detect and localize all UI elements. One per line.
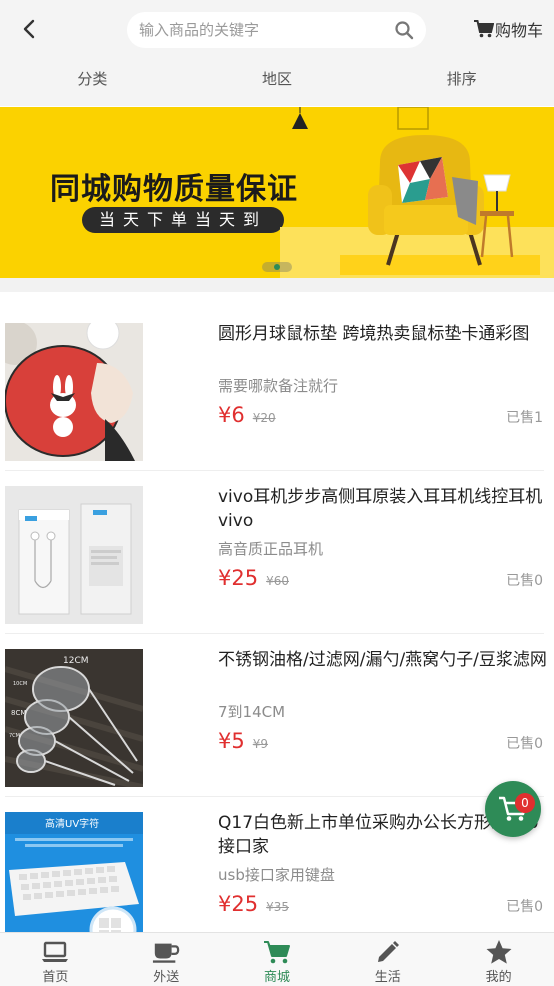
product-card[interactable]: vivo耳机步步高侧耳原装入耳耳机线控耳机vivo 高音质正品耳机 ¥25 ¥60… (0, 471, 554, 634)
floating-cart-button[interactable]: 0 (485, 781, 541, 837)
section-gap (0, 278, 554, 292)
tab-mine[interactable]: 我的 (443, 933, 554, 986)
strainer-size-label: 7CM (9, 733, 20, 739)
tab-mall[interactable]: 商城 (222, 933, 333, 986)
product-sold-count: 已售0 (506, 736, 543, 752)
star-icon (485, 939, 513, 965)
cart-icon (263, 939, 291, 965)
product-info: 不锈钢油格/过滤网/漏勺/燕窝勺子/豆浆滤网 7到14CM ¥5 ¥9 已售0 (218, 648, 548, 757)
product-card[interactable]: 12CM 10CM 8CM 7CM 不锈钢油格/过滤网/漏勺/燕窝勺子/豆浆滤网… (0, 634, 554, 797)
tab-label: 我的 (485, 970, 512, 985)
earphones-image (5, 486, 143, 624)
cart-count-badge: 0 (515, 793, 535, 813)
strainer-size-label: 8CM (11, 709, 26, 717)
banner-subtitle: 当天下单当天到 (82, 207, 284, 233)
price-row: ¥25 ¥35 已售0 (218, 892, 548, 920)
strainer-image: 12CM 10CM 8CM 7CM (5, 649, 143, 787)
filter-region[interactable]: 地区 (185, 62, 370, 96)
pencil-icon (374, 939, 402, 965)
product-sold-count: 已售0 (506, 573, 543, 589)
product-desc: 需要哪款备注就行 (218, 377, 339, 395)
strainer-size-label: 10CM (13, 681, 27, 687)
product-card[interactable]: 圆形月球鼠标垫 跨境热卖鼠标垫卡通彩图 需要哪款备注就行 ¥6 ¥20 已售1 (0, 308, 554, 471)
filter-category[interactable]: 分类 (0, 62, 185, 96)
tab-life[interactable]: 生活 (332, 933, 443, 986)
tab-label: 首页 (42, 970, 69, 985)
chevron-left-icon (23, 19, 35, 39)
product-list: 圆形月球鼠标垫 跨境热卖鼠标垫卡通彩图 需要哪款备注就行 ¥6 ¥20 已售1 v (0, 308, 554, 960)
tab-delivery[interactable]: 外送 (111, 933, 222, 986)
product-price: ¥6 (218, 403, 245, 427)
tab-home[interactable]: 首页 (0, 933, 111, 986)
laptop-icon (41, 939, 69, 965)
product-name[interactable]: 不锈钢油格/过滤网/漏勺/燕窝勺子/豆浆滤网 (218, 648, 548, 696)
product-name[interactable]: 圆形月球鼠标垫 跨境热卖鼠标垫卡通彩图 (218, 322, 548, 370)
product-price: ¥5 (218, 729, 245, 753)
mousepad-image (5, 323, 143, 461)
product-old-price: ¥60 (266, 574, 289, 588)
keyboard-image: 高清UV字符 (5, 812, 143, 950)
product-old-price: ¥9 (252, 737, 269, 751)
coffee-icon (152, 939, 180, 965)
top-header: 购物车 分类 地区 排序 (0, 0, 554, 106)
product-sold-count: 已售0 (506, 899, 543, 915)
product-old-price: ¥20 (252, 411, 276, 425)
price-row: ¥6 ¥20 已售1 (218, 403, 548, 431)
strainer-size-label: 12CM (63, 656, 89, 666)
active-dot (274, 264, 280, 270)
price-row: ¥25 ¥60 已售0 (218, 566, 548, 594)
search-input[interactable] (139, 12, 379, 48)
armchair-illustration (280, 107, 554, 278)
product-info: vivo耳机步步高侧耳原装入耳耳机线控耳机vivo 高音质正品耳机 ¥25 ¥60… (218, 485, 548, 594)
search-box[interactable] (127, 12, 426, 48)
keyboard-image-caption: 高清UV字符 (45, 817, 99, 830)
back-button[interactable] (14, 14, 44, 44)
bottom-tab-bar: 首页 外送 商城 生活 我的 (0, 932, 554, 986)
tab-label: 生活 (374, 970, 401, 985)
product-desc: usb接口家用键盘 (218, 866, 335, 884)
product-name[interactable]: vivo耳机步步高侧耳原装入耳耳机线控耳机vivo (218, 485, 548, 533)
tab-label: 外送 (153, 970, 180, 985)
banner-pagination[interactable] (262, 262, 292, 272)
promo-banner[interactable]: 同城购物质量保证 当天下单当天到 (0, 107, 554, 278)
filter-sort[interactable]: 排序 (369, 62, 554, 96)
tab-label: 商城 (263, 970, 290, 985)
filter-bar: 分类 地区 排序 (0, 62, 554, 96)
product-price: ¥25 (218, 566, 259, 590)
product-old-price: ¥35 (266, 900, 289, 914)
product-desc: 7到14CM (218, 703, 286, 721)
product-sold-count: 已售1 (506, 410, 543, 426)
search-icon[interactable] (394, 20, 414, 40)
price-row: ¥5 ¥9 已售0 (218, 729, 548, 757)
product-info: 圆形月球鼠标垫 跨境热卖鼠标垫卡通彩图 需要哪款备注就行 ¥6 ¥20 已售1 (218, 322, 548, 431)
product-desc: 高音质正品耳机 (218, 540, 324, 558)
product-price: ¥25 (218, 892, 259, 916)
cart-link-label: 购物车 (495, 21, 544, 40)
banner-title: 同城购物质量保证 (50, 172, 298, 207)
cart-link[interactable]: 购物车 (474, 16, 543, 42)
cart-icon (474, 20, 494, 38)
